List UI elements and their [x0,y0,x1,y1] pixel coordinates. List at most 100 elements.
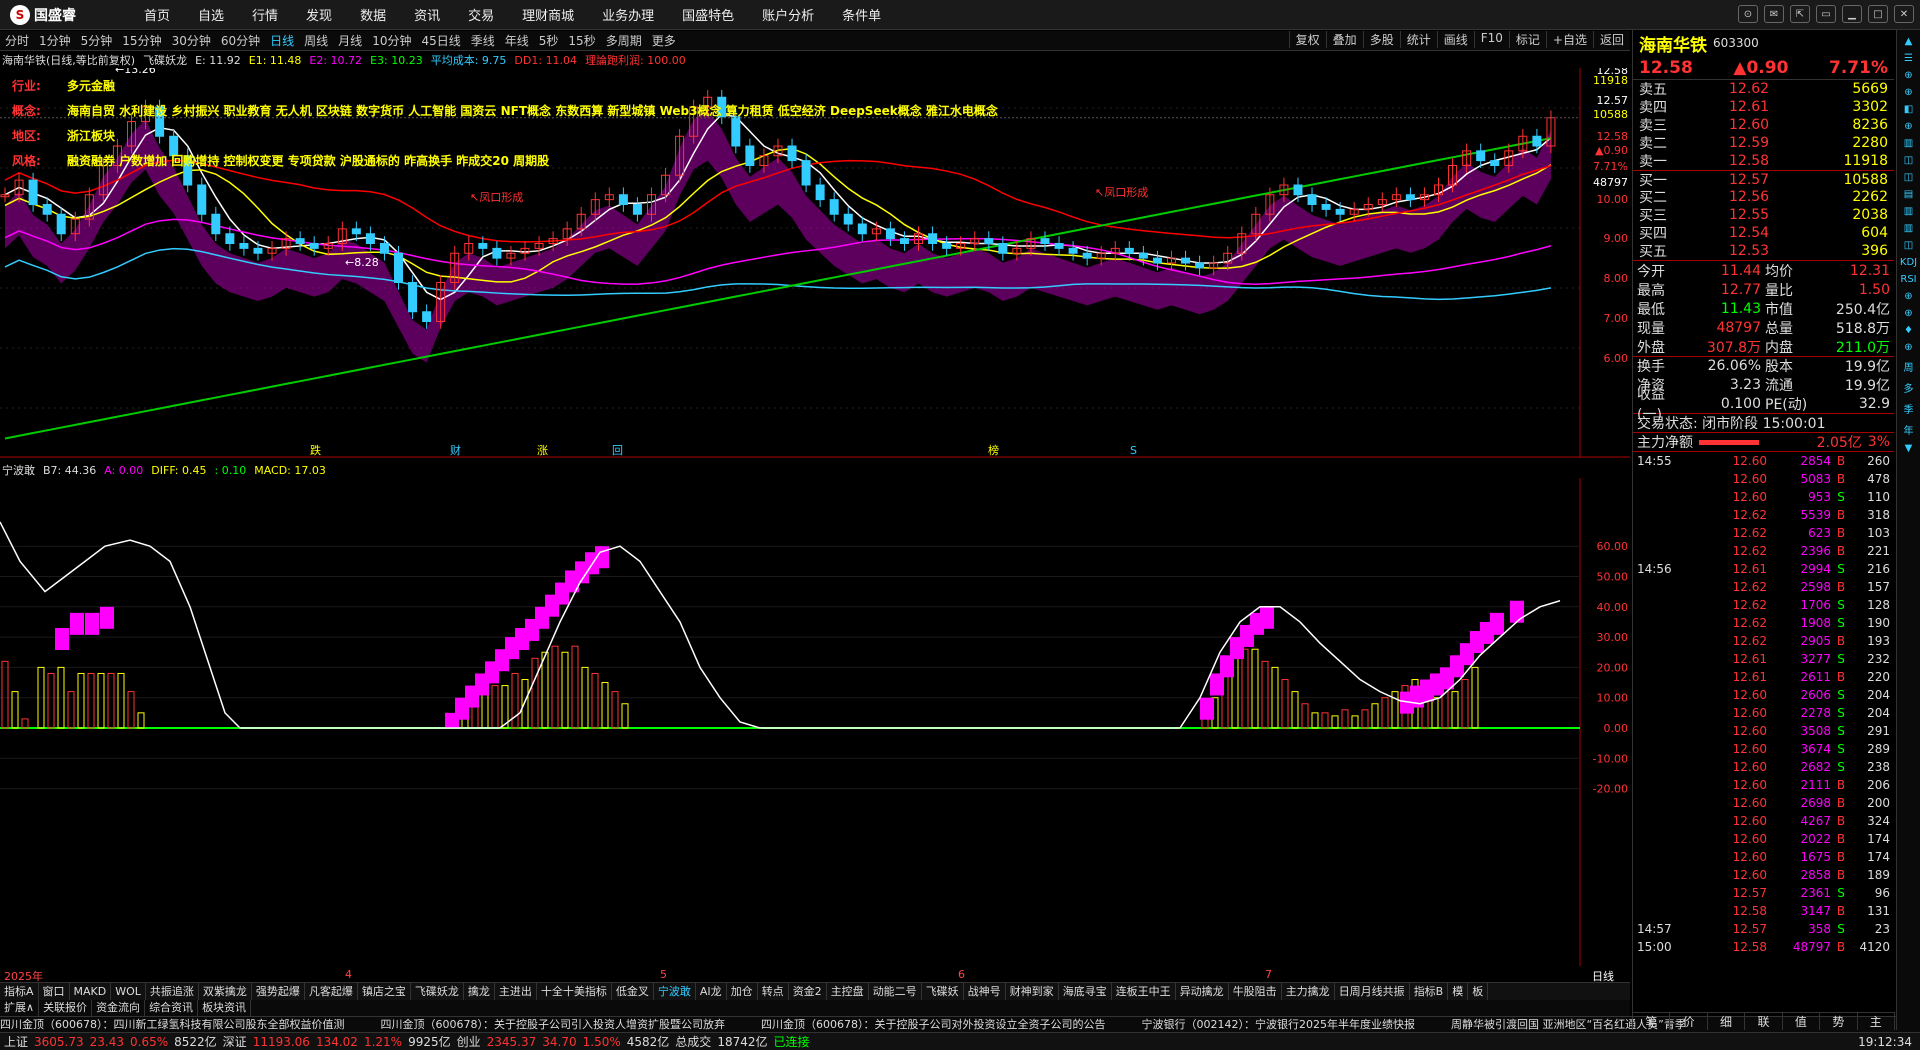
toolbar-icon[interactable]: ⊕ [1900,87,1918,98]
indicator-tab[interactable]: 转点 [758,983,789,1000]
menu-item-6[interactable]: 交易 [454,5,508,24]
order-book-row[interactable]: 卖四 12.61 3302 [1633,98,1894,116]
chart-tool-button[interactable]: 叠加 [1325,31,1363,48]
timeframe-tab[interactable]: 更多 [647,32,681,49]
indicator-tab[interactable]: WOL [111,983,146,1000]
event-marker[interactable]: 财 [450,443,461,457]
indicator-tab[interactable]: 十全十美指标 [537,983,612,1000]
quote-tab[interactable]: 主 [1858,1013,1895,1030]
toolbar-icon[interactable]: ⊕ [1900,70,1918,81]
order-book-row[interactable]: 卖二 12.59 2280 [1633,134,1894,152]
order-book-row[interactable]: 卖一 12.58 11918 [1633,152,1894,170]
indicator-tab[interactable]: 连板王中王 [1112,983,1176,1000]
sh-label[interactable]: 上证 [4,1033,28,1050]
indicator-tab[interactable]: 加仓 [727,983,758,1000]
toolbar-icon[interactable]: ▤ [1900,189,1918,200]
chart-tool-button[interactable]: 标记 [1508,31,1546,48]
indicator-tab[interactable]: 飞碟妖龙 [411,983,464,1000]
indicator-tab[interactable]: 低金叉 [612,983,654,1000]
menu-item-3[interactable]: 发现 [292,5,346,24]
window-control-icon[interactable]: ✕ [1894,5,1914,23]
toolbar-icon[interactable]: ◫ [1900,155,1918,166]
news-item[interactable]: 四川金顶（600678）：关于控股子公司引入投资人增资扩股暨公司放弃 [381,1018,726,1031]
indicator-tab[interactable]: 指标B [1410,983,1449,1000]
menu-item-10[interactable]: 账户分析 [748,5,828,24]
menu-item-7[interactable]: 理财商城 [508,5,588,24]
event-marker[interactable]: S [1130,444,1137,457]
toolbar-icon[interactable]: ▥ [1900,138,1918,149]
indicator-tab[interactable]: 动能二号 [869,983,922,1000]
timeframe-tab[interactable]: 30分钟 [167,32,216,49]
timeframe-tab[interactable]: 年线 [500,32,534,49]
tick-list[interactable]: 14:55 12.60 2854 B 260 12.60 5083 B 478 12.60 953 S… [1633,451,1894,956]
toolbar-icon[interactable]: 季 [1900,401,1918,416]
event-marker[interactable]: 榜 [988,443,999,457]
toolbar-icon[interactable]: 周 [1900,359,1918,374]
indicator-tab[interactable]: 战神号 [964,983,1006,1000]
sub-tab[interactable]: 综合资讯 [145,1000,199,1016]
indicator-title[interactable]: 宁波敢 [2,462,35,478]
quote-tab[interactable]: 联 [1745,1013,1783,1030]
toolbar-icon[interactable]: ⊕ [1900,291,1918,302]
toolbar-icon[interactable]: RSI [1900,274,1918,285]
toolbar-icon[interactable]: ⊕ [1900,342,1918,353]
timeframe-tab[interactable]: 15秒 [563,32,600,49]
toolbar-icon[interactable]: ☰ [1900,53,1918,64]
menu-item-8[interactable]: 业务办理 [588,5,668,24]
indicator-tab[interactable]: 凡客起爆 [305,983,358,1000]
menu-item-2[interactable]: 行情 [238,5,292,24]
toolbar-icon[interactable]: ◫ [1900,172,1918,183]
indicator-tab[interactable]: 镇店之宝 [358,983,411,1000]
order-book-row[interactable]: 卖五 12.62 5669 [1633,80,1894,98]
toolbar-icon[interactable]: ◫ [1900,240,1918,251]
sub-tab[interactable]: 板块资讯 [198,1000,252,1016]
news-item[interactable]: 四川金顶（600678）：四川新工绿氢科技有限公司股东全部权益价值测 [0,1018,345,1031]
quote-tab[interactable]: 细 [1708,1013,1746,1030]
chart-tool-button[interactable]: 复权 [1288,31,1326,48]
toolbar-icon[interactable]: ◧ [1900,104,1918,115]
chart-tool-button[interactable]: 统计 [1399,31,1437,48]
indicator-tab[interactable]: 资金2 [789,983,827,1000]
menu-item-0[interactable]: 首页 [130,5,184,24]
menu-item-9[interactable]: 国盛特色 [668,5,748,24]
menu-item-5[interactable]: 资讯 [400,5,454,24]
chart-tool-button[interactable]: +自选 [1545,31,1593,48]
indicator-tab[interactable]: 飞碟妖 [922,983,964,1000]
toolbar-icon[interactable]: ♦ [1900,325,1918,336]
indicator-tab[interactable]: 异动擒龙 [1176,983,1229,1000]
toolbar-icon[interactable]: KDJ [1900,257,1918,268]
order-book-row[interactable]: 买二 12.56 2262 [1633,188,1894,206]
chart-tool-button[interactable]: 返回 [1592,31,1630,48]
timeframe-tab[interactable]: 月线 [333,32,367,49]
sub-tab[interactable]: 扩展∧ [0,1000,40,1016]
order-book-row[interactable]: 买一 12.57 10588 [1633,170,1894,189]
chart-tool-button[interactable]: 画线 [1436,31,1474,48]
timeframe-tab[interactable]: 1分钟 [34,32,76,49]
timeframe-tab[interactable]: 季线 [466,32,500,49]
timeframe-tab[interactable]: 15分钟 [117,32,166,49]
chart-tool-button[interactable]: F10 [1473,31,1509,48]
indicator-tab[interactable]: 模 [1448,983,1469,1000]
quote-tab[interactable]: 势 [1820,1013,1858,1030]
window-control-icon[interactable]: ▭ [1816,5,1836,23]
timeframe-tab[interactable]: 多周期 [601,32,647,49]
timeframe-tab[interactable]: 60分钟 [216,32,265,49]
toolbar-icon[interactable]: ⊕ [1900,308,1918,319]
event-marker[interactable]: 回 [612,444,623,457]
sz-label[interactable]: 深证 [223,1033,247,1050]
indicator-tab[interactable]: 强势起爆 [252,983,305,1000]
toolbar-icon[interactable]: ▼ [1900,443,1918,454]
indicator-tab[interactable]: 窗口 [39,983,70,1000]
quote-tab[interactable]: 值 [1783,1013,1821,1030]
menu-item-1[interactable]: 自选 [184,5,238,24]
timeframe-tab[interactable]: 45日线 [416,32,465,49]
toolbar-icon[interactable]: ▥ [1900,223,1918,234]
toolbar-icon[interactable]: ⊕ [1900,121,1918,132]
indicator-tab[interactable]: 宁波敢 [654,983,696,1000]
quote-tab[interactable]: 笔 [1633,1013,1671,1030]
indicator-tab[interactable]: 主控盘 [827,983,869,1000]
window-control-icon[interactable]: ✉ [1764,5,1784,23]
indicator-tab[interactable]: 指标A [0,983,39,1000]
timeframe-tab[interactable]: 10分钟 [367,32,416,49]
sub-tab[interactable]: 关联报价 [39,1000,93,1016]
